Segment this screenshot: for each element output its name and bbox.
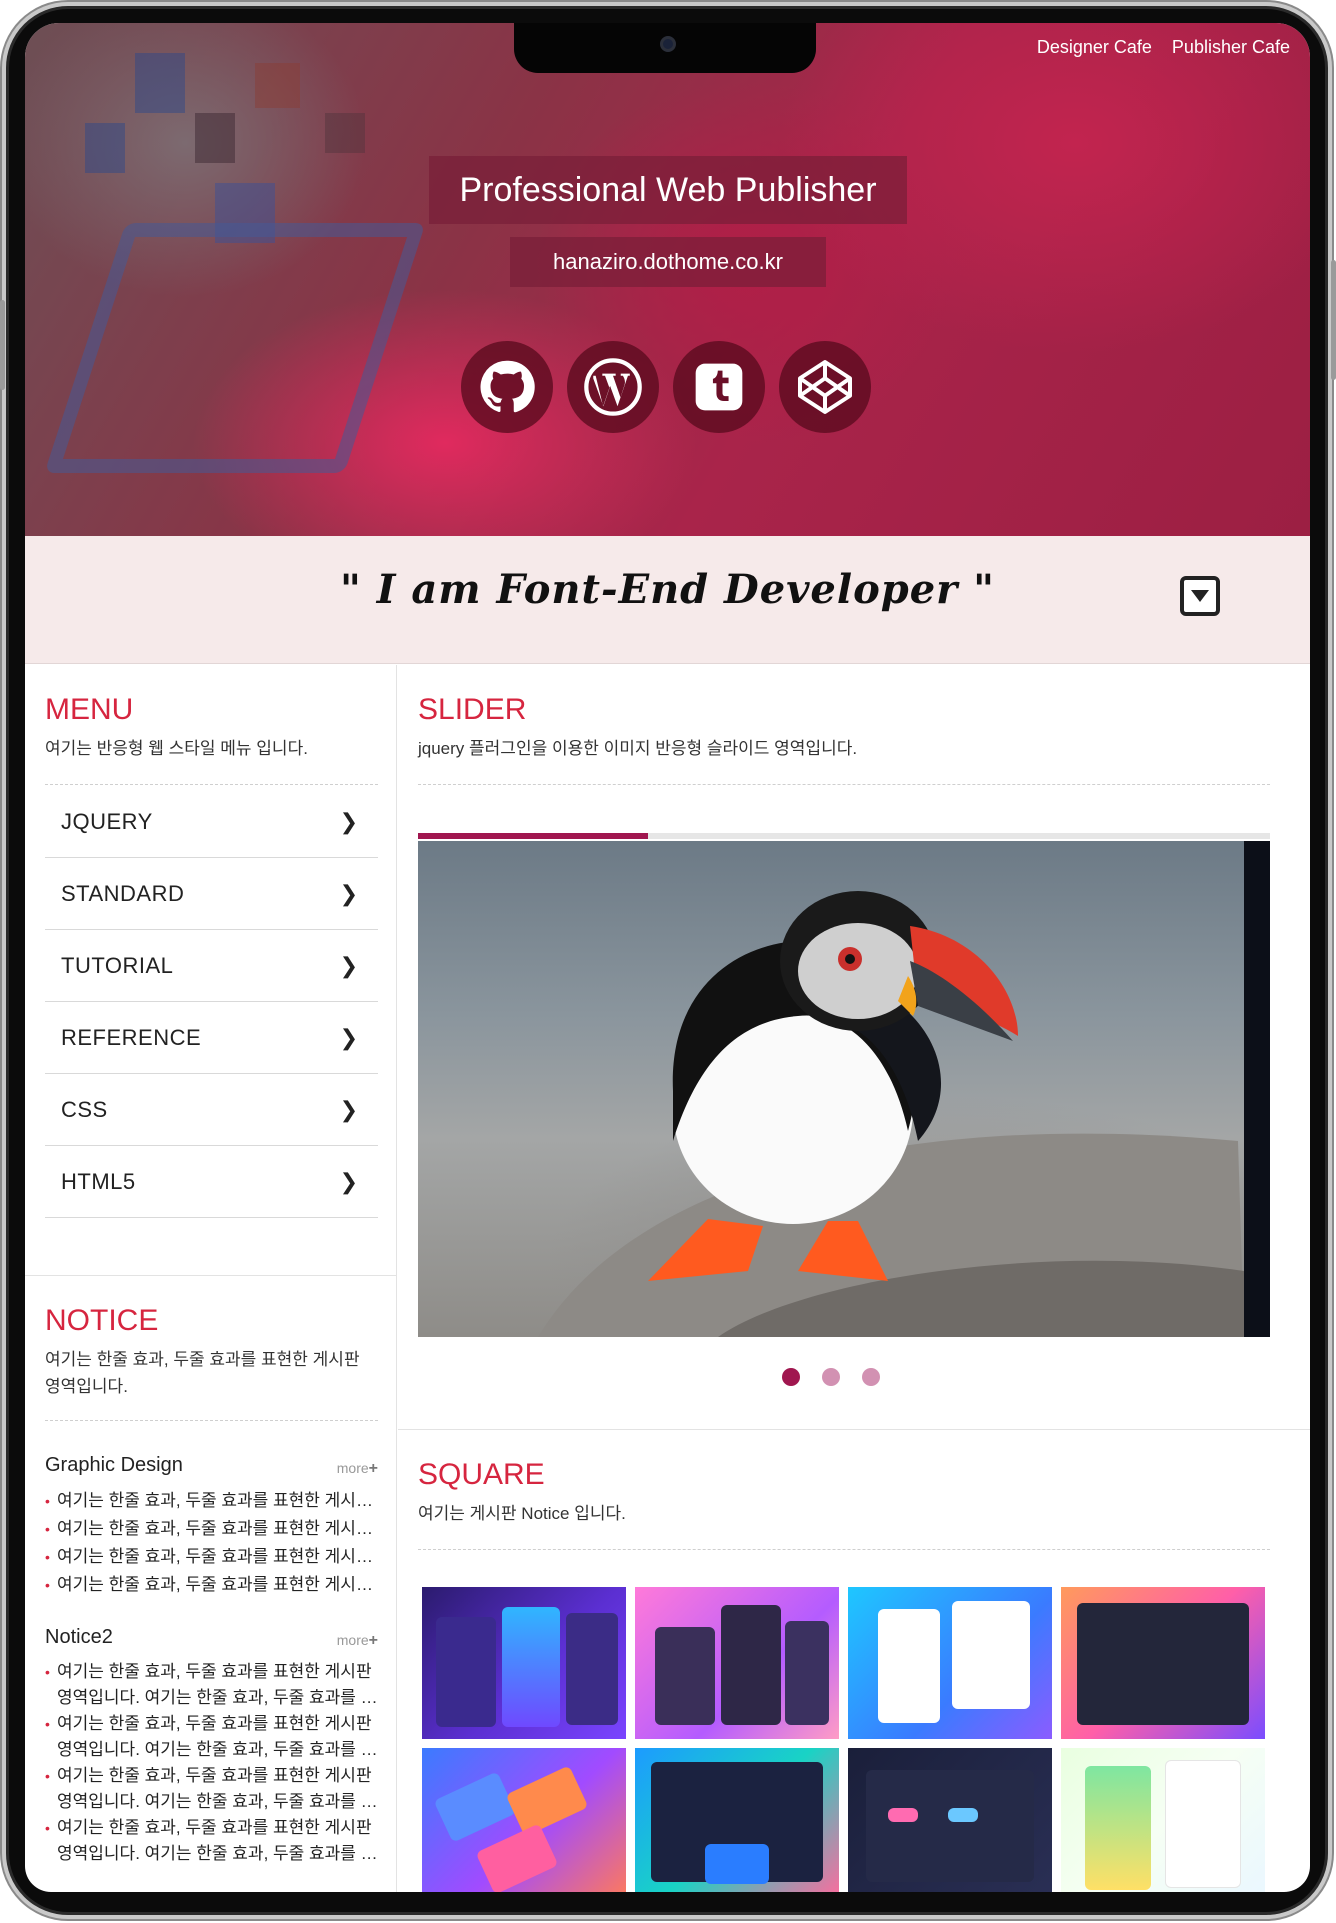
menu-item-label: JQUERY [61,808,153,834]
chevron-right-icon: ❯ [339,880,358,906]
list-item[interactable]: 여기는 한줄 효과, 두줄 효과를 표현한 게시판 영역입니다. 여기는 한줄 … [45,1763,378,1815]
square-thumb[interactable] [848,1748,1052,1892]
menu-item-jquery[interactable]: JQUERY ❯ [45,786,378,858]
more-link[interactable]: more+ [337,1460,378,1478]
menu-item-css[interactable]: CSS ❯ [45,1074,378,1146]
site-url[interactable]: hanaziro.dothome.co.kr [510,237,826,287]
menu-desc: 여기는 반응형 웹 스타일 메뉴 입니다. [45,739,308,758]
menu-section-header: MENU 여기는 반응형 웹 스타일 메뉴 입니다. [45,693,378,786]
menu-item-label: REFERENCE [61,1024,202,1050]
slider-dot[interactable] [822,1368,840,1386]
menu-item-standard[interactable]: STANDARD ❯ [45,858,378,930]
board-graphic-design: Graphic Design more+ 여기는 한줄 효과, 두줄 효과를 표… [45,1454,378,1599]
chevron-right-icon: ❯ [339,1024,358,1050]
menu-item-label: HTML5 [61,1168,136,1194]
board-title: Graphic Design [45,1454,183,1476]
top-links: Designer Cafe Publisher Cafe [1037,37,1290,58]
codepen-icon [798,360,852,414]
notice-desc: 여기는 한줄 효과, 두줄 효과를 표현한 게시판 영역입니다. [45,1350,360,1397]
site-title: Professional Web Publisher [429,156,907,224]
tumblr-button[interactable] [673,341,765,433]
social-links [461,341,871,433]
puffin-photo [538,891,1244,1337]
notice-title: NOTICE [45,1304,159,1337]
square-thumb[interactable] [422,1748,626,1892]
square-desc: 여기는 게시판 Notice 입니다. [418,1504,626,1523]
slider-section-header: SLIDER jquery 플러그인을 이용한 이미지 반응형 슬라이드 영역입… [418,693,1270,786]
square-title: SQUARE [418,1458,545,1491]
list-item[interactable]: 여기는 한줄 효과, 두줄 효과를 표현한 게시판 영역입니다. 여기는 한줄 … [45,1815,378,1867]
chevron-right-icon: ❯ [339,1096,358,1122]
github-button[interactable] [461,341,553,433]
tumblr-icon [695,363,743,411]
wordpress-icon [584,358,642,416]
list-item[interactable]: 여기는 한줄 효과, 두줄 효과를 표현한 게시판 영역입니다. [45,1571,378,1599]
menu-list: JQUERY ❯ STANDARD ❯ TUTORIAL ❯ REFERENCE… [45,786,378,1218]
slider-progress-bar [418,833,1270,839]
list-item[interactable]: 여기는 한줄 효과, 두줄 효과를 표현한 게시판 영역입니다. 여기는 한줄 … [45,1711,378,1763]
notice-section-header: NOTICE 여기는 한줄 효과, 두줄 효과를 표현한 게시판 영역입니다. [45,1304,378,1422]
menu-item-reference[interactable]: REFERENCE ❯ [45,1002,378,1074]
board-title: Notice2 [45,1626,113,1648]
menu-item-label: CSS [61,1096,108,1122]
menu-item-label: STANDARD [61,880,185,906]
square-thumb[interactable] [1061,1748,1265,1892]
square-thumb[interactable] [635,1748,839,1892]
slider-pagination [782,1368,880,1386]
slider-dot[interactable] [862,1368,880,1386]
menu-item-label: TUTORIAL [61,952,174,978]
next-slide-peek [1244,841,1270,1337]
menu-toggle-button[interactable] [1180,576,1220,616]
camera-icon [660,36,676,52]
slider-title: SLIDER [418,693,527,726]
screen: Designer Cafe Publisher Cafe Professiona… [25,23,1310,1892]
designer-cafe-link[interactable]: Designer Cafe [1037,37,1152,58]
square-thumb[interactable] [848,1587,1052,1739]
square-thumb[interactable] [1061,1587,1265,1739]
square-thumb[interactable] [635,1587,839,1739]
device-side-button [1331,260,1336,380]
list-item[interactable]: 여기는 한줄 효과, 두줄 효과를 표현한 게시판 영역입니다. 여기는 한줄 … [45,1659,378,1711]
wordpress-button[interactable] [567,341,659,433]
caret-down-square-icon [1191,590,1209,602]
codepen-button[interactable] [779,341,871,433]
square-grid [422,1587,1268,1892]
left-column: MENU 여기는 반응형 웹 스타일 메뉴 입니다. JQUERY ❯ STAN… [25,665,397,1892]
menu-title: MENU [45,693,134,726]
slider-image[interactable] [418,841,1270,1337]
chevron-right-icon: ❯ [339,952,358,978]
list-item[interactable]: 여기는 한줄 효과, 두줄 효과를 표현한 게시판 영역입니다. [45,1515,378,1543]
list-item[interactable]: 여기는 한줄 효과, 두줄 효과를 표현한 게시판 영역입니다. [45,1487,378,1515]
square-section: SQUARE 여기는 게시판 Notice 입니다. [398,1429,1310,1892]
menu-item-html5[interactable]: HTML5 ❯ [45,1146,378,1218]
banner-quote: " I am Font-End Developer " [339,566,996,613]
menu-item-tutorial[interactable]: TUTORIAL ❯ [45,930,378,1002]
right-column: SLIDER jquery 플러그인을 이용한 이미지 반응형 슬라이드 영역입… [398,665,1310,1892]
chevron-right-icon: ❯ [339,808,358,834]
github-icon [480,360,535,413]
slider-dot[interactable] [782,1368,800,1386]
device-side-button [0,300,5,390]
more-link[interactable]: more+ [337,1632,378,1650]
publisher-cafe-link[interactable]: Publisher Cafe [1172,37,1290,58]
list-item[interactable]: 여기는 한줄 효과, 두줄 효과를 표현한 게시판 영역입니다. [45,1543,378,1571]
quote-banner: " I am Font-End Developer " [25,536,1310,664]
board-notice2: Notice2 more+ 여기는 한줄 효과, 두줄 효과를 표현한 게시판 … [45,1626,378,1867]
hero-header: Designer Cafe Publisher Cafe Professiona… [25,23,1310,536]
slider-progress-fill [418,833,649,839]
square-section-header: SQUARE 여기는 게시판 Notice 입니다. [418,1458,1270,1551]
slider-desc: jquery 플러그인을 이용한 이미지 반응형 슬라이드 영역입니다. [418,739,858,758]
notice-section: NOTICE 여기는 한줄 효과, 두줄 효과를 표현한 게시판 영역입니다. … [25,1275,397,1863]
chevron-right-icon: ❯ [339,1168,358,1194]
square-thumb[interactable] [422,1587,626,1739]
